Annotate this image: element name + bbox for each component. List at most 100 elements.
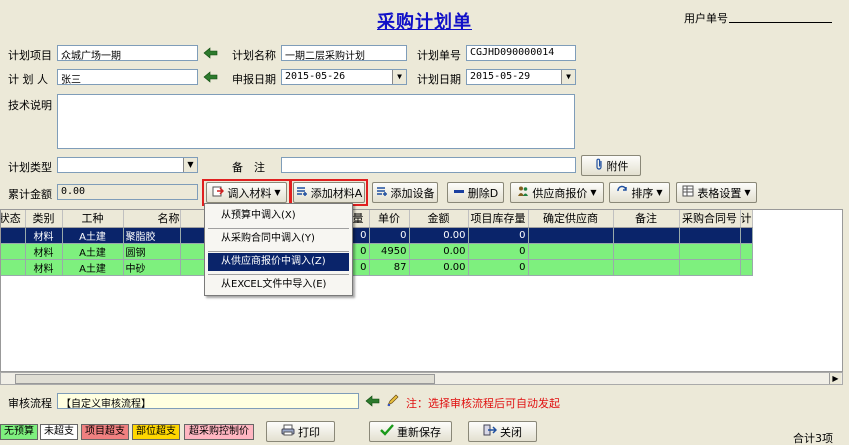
flow-label: 审核流程: [8, 397, 52, 410]
user-doc-label: 用户单号: [684, 12, 728, 25]
cell-remark: [613, 243, 680, 260]
delete-button[interactable]: 删除D: [447, 182, 504, 203]
chevron-down-icon[interactable]: ▼: [183, 158, 197, 172]
cell-supplier: [528, 227, 614, 244]
user-doc-underline: [729, 22, 832, 23]
cell-supplier: [528, 259, 614, 276]
menu-item-from-excel[interactable]: 从EXCEL文件中导入(E): [208, 276, 349, 294]
tech-label: 技术说明: [8, 99, 52, 112]
legend-no-budget: 无预算: [0, 424, 38, 440]
type-select[interactable]: ▼: [57, 157, 198, 173]
col-header[interactable]: 备注: [613, 210, 680, 228]
import-material-label: 调入材料: [227, 186, 272, 200]
col-header[interactable]: 状态: [1, 210, 26, 228]
project-field[interactable]: 众城广场一期: [57, 45, 198, 61]
col-header[interactable]: 金额: [409, 210, 469, 228]
planner-label: 计 划 人: [8, 73, 48, 86]
pick-flow-icon[interactable]: [365, 395, 381, 407]
amount-label: 累计金额: [8, 188, 52, 201]
print-button[interactable]: 打印: [266, 421, 335, 442]
scroll-right-arrow-icon[interactable]: ▶: [829, 373, 841, 384]
import-icon: [212, 185, 225, 200]
chevron-down-icon: ▼: [744, 188, 751, 197]
col-header[interactable]: 类别: [25, 210, 63, 228]
cell-amount: 0.00: [409, 243, 469, 260]
cell-trade: A土建: [62, 259, 124, 276]
cell-remark: [613, 227, 680, 244]
print-label: 打印: [298, 425, 320, 439]
remark-field[interactable]: [281, 157, 576, 173]
import-dropdown-menu: 从预算中调入(X) 从采购合同中调入(Y) 从供应商报价中调入(Z) 从EXCE…: [204, 203, 353, 296]
chevron-down-icon[interactable]: ▼: [392, 70, 406, 84]
menu-item-from-supplier-quote[interactable]: 从供应商报价中调入(Z): [208, 253, 349, 271]
cell-status: [1, 259, 26, 276]
col-header[interactable]: 工种: [62, 210, 124, 228]
menu-separator: [208, 274, 349, 275]
legend-part-over: 部位超支: [132, 424, 180, 440]
pick-planner-icon[interactable]: [203, 71, 219, 83]
col-header[interactable]: 计: [740, 210, 753, 228]
legend-price-over: 超采购控制价: [184, 424, 254, 440]
chevron-down-icon[interactable]: ▼: [561, 70, 575, 84]
menu-separator: [208, 228, 349, 229]
pick-project-icon[interactable]: [203, 47, 219, 59]
cell-stock: 0: [468, 259, 529, 276]
add-equipment-button[interactable]: 添加设备: [372, 182, 438, 203]
sort-label: 排序: [631, 186, 654, 200]
resave-label: 重新保存: [397, 425, 441, 439]
report-date-field[interactable]: 2015-05-26 ▼: [281, 69, 407, 85]
table-row[interactable]: 材料 A土建 中砂 立方 0 87 0.00 0: [1, 259, 753, 276]
cell-remark: [613, 259, 680, 276]
menu-item-from-contract[interactable]: 从采购合同中调入(Y): [208, 230, 349, 248]
col-header[interactable]: 名称: [123, 210, 181, 228]
plan-name-field[interactable]: 一期二层采购计划: [281, 45, 407, 61]
attachment-button[interactable]: 附件: [581, 155, 641, 176]
material-grid[interactable]: 状态 类别 工种 名称 单位 上报量 单价 金额 项目库存量 确定供应商 备注 …: [0, 209, 843, 372]
col-header[interactable]: 单价: [369, 210, 410, 228]
scrollbar-thumb[interactable]: [15, 374, 435, 384]
supplier-quote-button[interactable]: 供应商报价 ▼: [510, 182, 604, 203]
people-icon: [517, 185, 529, 200]
cell-contract: [679, 259, 741, 276]
cell-trade: A土建: [62, 243, 124, 260]
plan-no-field[interactable]: CGJHD090000014: [466, 45, 576, 61]
table-settings-button[interactable]: 表格设置 ▼: [676, 182, 757, 203]
cell-trade: A土建: [62, 227, 124, 244]
table-row[interactable]: 材料 A土建 圆钢 吨 0 4950 0.00 0: [1, 243, 753, 260]
import-material-button[interactable]: 调入材料 ▼: [206, 182, 287, 203]
total-count: 合计3项: [793, 432, 833, 445]
tech-textarea[interactable]: [57, 94, 575, 149]
printer-icon: [281, 424, 295, 439]
planner-field[interactable]: 张三: [57, 69, 198, 85]
cell-contract: [679, 243, 741, 260]
cell-supplier: [528, 243, 614, 260]
close-button[interactable]: 关闭: [468, 421, 537, 442]
col-header[interactable]: 项目库存量: [468, 210, 529, 228]
cell-amount: 0.00: [409, 259, 469, 276]
cell-extra: [740, 227, 753, 244]
cell-name: 聚脂胶: [123, 227, 181, 244]
flow-field[interactable]: 【自定义审核流程】: [57, 393, 359, 409]
sort-button[interactable]: 排序 ▼: [609, 182, 670, 203]
type-label: 计划类型: [8, 161, 52, 174]
cell-stock: 0: [468, 243, 529, 260]
cell-category: 材料: [25, 227, 63, 244]
table-row[interactable]: 材料 A土建 聚脂胶 公斤 0 0 0.00 0: [1, 227, 753, 244]
menu-item-from-budget[interactable]: 从预算中调入(X): [208, 207, 349, 225]
cell-status: [1, 227, 26, 244]
menu-separator: [208, 251, 349, 252]
flow-note: 注：选择审核流程后可自动发起: [406, 397, 560, 410]
plan-date-label: 计划日期: [417, 73, 461, 86]
horizontal-scrollbar[interactable]: ▶: [0, 372, 843, 385]
add-material-button[interactable]: 添加材料A: [293, 182, 365, 203]
cell-amount: 0.00: [409, 227, 469, 244]
amount-field: 0.00: [57, 184, 198, 200]
plan-date-field[interactable]: 2015-05-29 ▼: [466, 69, 576, 85]
col-header[interactable]: 采购合同号: [679, 210, 741, 228]
edit-flow-icon[interactable]: [386, 393, 402, 407]
legend-project-over: 项目超支: [81, 424, 129, 440]
table-header-row: 状态 类别 工种 名称 单位 上报量 单价 金额 项目库存量 确定供应商 备注 …: [1, 210, 753, 228]
resave-button[interactable]: 重新保存: [369, 421, 452, 442]
legend-not-over: 未超支: [40, 424, 78, 440]
col-header[interactable]: 确定供应商: [528, 210, 614, 228]
